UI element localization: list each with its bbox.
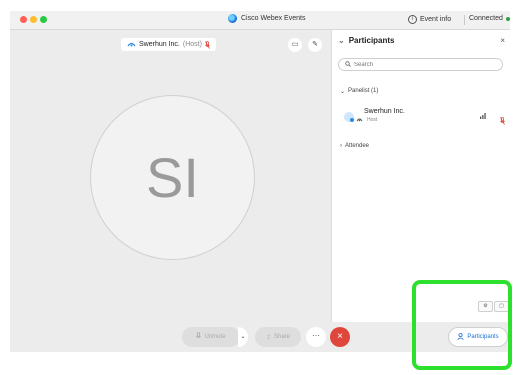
host-name: Swerhun Inc. xyxy=(139,41,180,48)
network-icon xyxy=(356,109,363,127)
muted-mic-icon xyxy=(205,40,210,49)
chevron-down-icon: ⌄ xyxy=(340,89,346,95)
network-icon xyxy=(127,40,136,49)
connection-status: Connected xyxy=(469,15,510,22)
title-separator xyxy=(464,15,465,25)
close-icon[interactable]: × xyxy=(500,36,505,45)
avatar-initials: SI xyxy=(146,146,199,209)
maximize-window-button[interactable] xyxy=(40,16,47,23)
participants-panel-header[interactable]: ⌄ Participants xyxy=(338,36,395,45)
unmute-label: Unmute xyxy=(204,334,226,340)
leave-button[interactable]: × xyxy=(330,327,350,347)
avatar: SI xyxy=(90,95,255,260)
participants-panel: ⌄ Participants × ⌄ Panelist (1) Swerhun … xyxy=(331,30,511,322)
share-label: Share xyxy=(274,334,291,340)
participant-role: Host xyxy=(367,117,378,123)
minimize-window-button[interactable] xyxy=(30,16,37,23)
attendee-section-toggle[interactable]: › Attendee xyxy=(340,143,369,149)
close-window-button[interactable] xyxy=(20,16,27,23)
attendee-section-label: Attendee xyxy=(345,143,370,149)
audio-options-chevron-down-icon[interactable]: ⌄ xyxy=(238,327,248,347)
webex-logo-icon xyxy=(228,14,237,23)
share-icon: ⇪ xyxy=(265,334,271,341)
more-options-button[interactable]: ··· xyxy=(306,327,326,347)
list-item[interactable]: Swerhun Inc. Host xyxy=(344,108,505,130)
unmute-button[interactable]: Unmute xyxy=(182,327,240,347)
video-stage: Swerhun Inc. (Host) ▭ ✎ SI xyxy=(10,30,331,322)
signal-strength-icon xyxy=(480,112,487,121)
share-button[interactable]: ⇪ Share xyxy=(255,327,301,347)
chevron-right-icon: › xyxy=(340,143,342,149)
event-info-button[interactable]: i Event info xyxy=(408,15,451,24)
layout-icon[interactable]: ▭ xyxy=(288,38,302,52)
search-field[interactable] xyxy=(338,58,503,71)
search-icon xyxy=(345,60,351,69)
highlight-annotation xyxy=(412,280,512,370)
muted-mic-icon[interactable] xyxy=(500,112,505,130)
event-info-label: Event info xyxy=(420,16,452,23)
draw-icon[interactable]: ✎ xyxy=(308,38,322,52)
title-bar: Cisco Webex Events i Event info Connecte… xyxy=(10,11,510,30)
participants-panel-title: Participants xyxy=(348,36,395,45)
window-title: Cisco Webex Events xyxy=(228,14,305,23)
participant-name: Swerhun Inc. xyxy=(364,108,405,115)
search-input[interactable] xyxy=(354,61,484,68)
host-role: (Host) xyxy=(182,41,202,48)
connection-status-label: Connected xyxy=(469,15,503,22)
host-name-chip: Swerhun Inc. (Host) xyxy=(121,38,216,51)
panelist-section-label: Panelist (1) xyxy=(348,88,379,94)
window-title-text: Cisco Webex Events xyxy=(241,15,306,22)
info-icon: i xyxy=(408,15,417,24)
panelist-section-toggle[interactable]: ⌄ Panelist (1) xyxy=(340,88,378,95)
presence-dot-icon xyxy=(350,118,354,122)
mic-icon xyxy=(196,332,202,342)
chevron-down-icon: ⌄ xyxy=(338,36,345,45)
connected-dot-icon xyxy=(505,16,510,21)
